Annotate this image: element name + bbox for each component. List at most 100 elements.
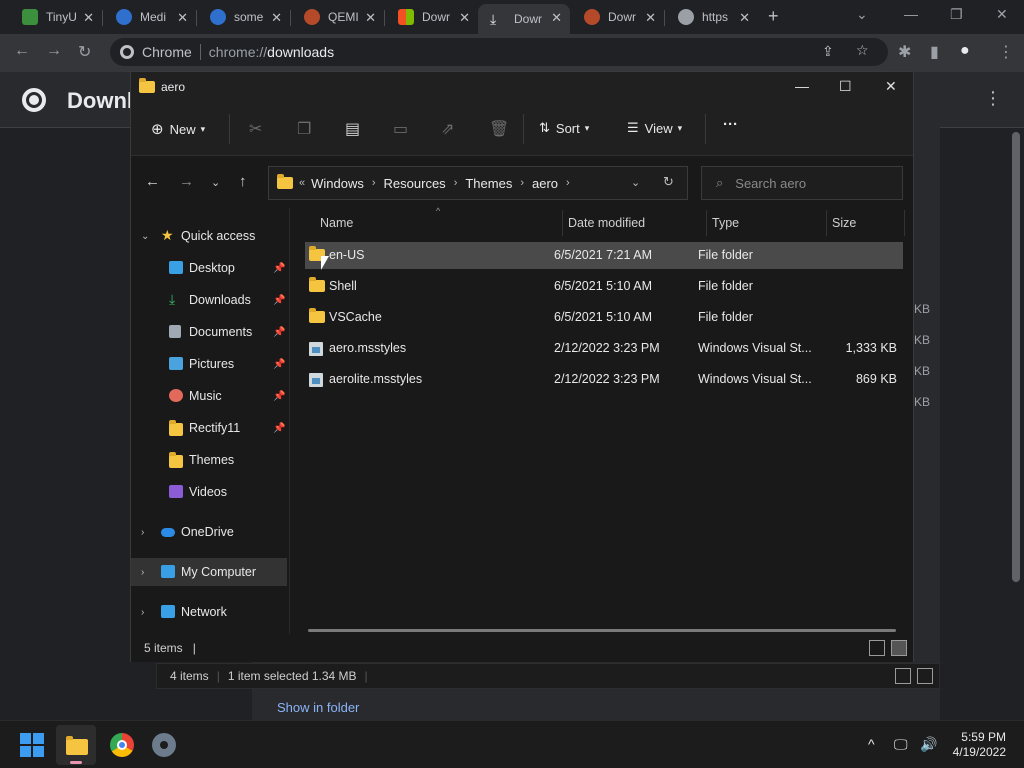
page-scrollbar[interactable] bbox=[1010, 76, 1022, 720]
column-size[interactable]: Size bbox=[832, 216, 856, 230]
tab-tinyu[interactable]: TinyU ✕ bbox=[10, 4, 102, 30]
close-icon[interactable]: ✕ bbox=[885, 78, 897, 95]
details-view-icon[interactable] bbox=[869, 640, 885, 656]
sort-button[interactable]: ⇅ Sort ▾ bbox=[539, 120, 589, 136]
cut-icon[interactable]: ✂ bbox=[249, 119, 262, 139]
tab-qemu[interactable]: QEMI ✕ bbox=[292, 4, 384, 30]
tab-downloads-active[interactable]: ⤓ Dowr ✕ bbox=[478, 4, 570, 34]
windows-start-icon[interactable] bbox=[20, 733, 44, 757]
tab-https[interactable]: https ✕ bbox=[666, 4, 758, 30]
nav-downloads[interactable]: ⤓ Downloads 📌 bbox=[131, 286, 287, 314]
nav-documents[interactable]: Documents 📌 bbox=[131, 318, 287, 346]
file-row[interactable]: en-US 6/5/2021 7:21 AM File folder bbox=[305, 242, 903, 269]
omnibox[interactable]: Chrome chrome://downloads ⇪ ☆ bbox=[110, 38, 888, 66]
back-icon[interactable]: ← bbox=[145, 173, 160, 190]
breadcrumb-themes[interactable]: Themes bbox=[465, 176, 512, 191]
nav-music[interactable]: Music 📌 bbox=[131, 382, 287, 410]
delete-icon[interactable]: 🗑 bbox=[489, 119, 509, 139]
up-icon[interactable]: ↑ bbox=[239, 173, 247, 190]
download-size: KB bbox=[914, 395, 931, 409]
close-icon[interactable]: ✕ bbox=[459, 10, 470, 26]
close-window-icon[interactable]: ✕ bbox=[996, 6, 1008, 23]
breadcrumb-aero[interactable]: aero bbox=[532, 176, 558, 191]
nav-onedrive[interactable]: › OneDrive bbox=[131, 518, 287, 546]
clock[interactable]: 5:59 PM 4/19/2022 bbox=[950, 730, 1006, 760]
tiles-view-icon[interactable] bbox=[891, 640, 907, 656]
breadcrumb[interactable]: « Windows › Resources › Themes › aero › … bbox=[268, 166, 688, 200]
horizontal-scrollbar[interactable] bbox=[308, 629, 896, 632]
star-icon: ★ bbox=[161, 227, 174, 243]
profile-icon[interactable]: ● bbox=[960, 42, 970, 60]
close-icon[interactable]: ✕ bbox=[551, 10, 562, 26]
copy-icon[interactable]: ❐ bbox=[297, 119, 311, 139]
forward-icon[interactable]: → bbox=[179, 173, 194, 190]
chrome-menu-icon[interactable]: ⋮ bbox=[998, 42, 1014, 62]
nav-quick-access[interactable]: ⌄ ★ Quick access bbox=[131, 222, 287, 250]
chevron-up-icon[interactable]: ^ bbox=[868, 736, 875, 752]
close-icon[interactable]: ✕ bbox=[365, 10, 376, 26]
extensions-icon[interactable]: ✱ bbox=[898, 42, 911, 62]
minimize-icon[interactable]: — bbox=[904, 6, 918, 22]
paste-icon[interactable]: ▤ bbox=[345, 119, 360, 139]
search-input[interactable]: ⌕ Search aero bbox=[701, 166, 903, 200]
close-icon[interactable]: ✕ bbox=[645, 10, 656, 26]
maximize-icon[interactable]: ☐ bbox=[839, 78, 852, 95]
close-icon[interactable]: ✕ bbox=[739, 10, 750, 26]
breadcrumb-resources[interactable]: Resources bbox=[384, 176, 446, 191]
tab-some[interactable]: some ✕ bbox=[198, 4, 290, 30]
details-view-icon[interactable] bbox=[895, 668, 911, 684]
nav-themes[interactable]: Themes bbox=[131, 446, 287, 474]
file-row[interactable]: VSCache 6/5/2021 5:10 AM File folder bbox=[305, 304, 903, 331]
show-in-folder-link[interactable]: Show in folder bbox=[277, 700, 359, 715]
forward-icon[interactable]: → bbox=[46, 42, 62, 60]
chevron-right-icon: › bbox=[141, 606, 145, 618]
close-icon[interactable]: ✕ bbox=[83, 10, 94, 26]
column-type[interactable]: Type bbox=[712, 216, 739, 230]
nav-pictures[interactable]: Pictures 📌 bbox=[131, 350, 287, 378]
new-tab-button[interactable]: + bbox=[768, 6, 779, 27]
chevron-down-icon: ⌄ bbox=[141, 230, 150, 242]
minimize-icon[interactable]: — bbox=[795, 78, 809, 94]
network-tray-icon[interactable]: 🖵 bbox=[894, 736, 908, 753]
new-button[interactable]: ⊕ New ▾ bbox=[151, 120, 205, 138]
tab-medium[interactable]: Medi ✕ bbox=[104, 4, 196, 30]
rename-icon[interactable]: ▭ bbox=[393, 119, 408, 139]
column-name[interactable]: Name bbox=[320, 216, 353, 230]
file-row[interactable]: aerolite.msstyles 2/12/2022 3:23 PM Wind… bbox=[305, 366, 903, 393]
file-row[interactable]: Shell 6/5/2021 5:10 AM File folder bbox=[305, 273, 903, 300]
view-button[interactable]: ☰ View ▾ bbox=[627, 120, 682, 136]
tab-search-icon[interactable]: ⌄ bbox=[856, 6, 868, 23]
more-options-icon[interactable]: ⋮ bbox=[984, 88, 1002, 109]
file-row[interactable]: aero.msstyles 2/12/2022 3:23 PM Windows … bbox=[305, 335, 903, 362]
nav-desktop[interactable]: Desktop 📌 bbox=[131, 254, 287, 282]
reload-icon[interactable]: ↻ bbox=[78, 42, 91, 62]
volume-icon[interactable]: 🔊 bbox=[920, 736, 937, 753]
refresh-icon[interactable]: ↻ bbox=[663, 174, 674, 190]
chrome-taskbar-icon[interactable] bbox=[110, 733, 134, 757]
taskbar-explorer-button[interactable] bbox=[56, 725, 96, 765]
bookmark-star-icon[interactable]: ☆ bbox=[856, 42, 869, 59]
globe-icon bbox=[678, 9, 694, 25]
more-options-button[interactable]: ··· bbox=[723, 116, 738, 133]
close-icon[interactable]: ✕ bbox=[177, 10, 188, 26]
settings-gear-icon[interactable] bbox=[152, 733, 176, 757]
nav-videos[interactable]: Videos bbox=[131, 478, 287, 506]
tab-download-2[interactable]: Dowr ✕ bbox=[572, 4, 664, 30]
breadcrumb-windows[interactable]: Windows bbox=[311, 176, 364, 191]
tab-download-ms[interactable]: Dowr ✕ bbox=[386, 4, 478, 30]
column-date-modified[interactable]: Date modified bbox=[568, 216, 645, 230]
status-bar: 5 items | bbox=[131, 634, 913, 662]
nav-rectify11[interactable]: Rectify11 📌 bbox=[131, 414, 287, 442]
share-icon[interactable]: ⇪ bbox=[822, 43, 834, 60]
recent-locations-icon[interactable]: ⌄ bbox=[211, 176, 220, 189]
nav-my-computer[interactable]: › My Computer bbox=[131, 558, 287, 586]
back-icon[interactable]: ← bbox=[14, 42, 30, 60]
share-icon[interactable]: ⇗ bbox=[441, 119, 454, 139]
tiles-view-icon[interactable] bbox=[917, 668, 933, 684]
side-panel-icon[interactable]: ▮ bbox=[930, 42, 939, 62]
nav-network[interactable]: › Network bbox=[131, 598, 287, 626]
close-icon[interactable]: ✕ bbox=[271, 10, 282, 26]
chevron-down-icon: ▾ bbox=[200, 123, 206, 134]
restore-icon[interactable]: ❐ bbox=[950, 6, 963, 23]
chevron-down-icon[interactable]: ⌄ bbox=[631, 176, 640, 189]
